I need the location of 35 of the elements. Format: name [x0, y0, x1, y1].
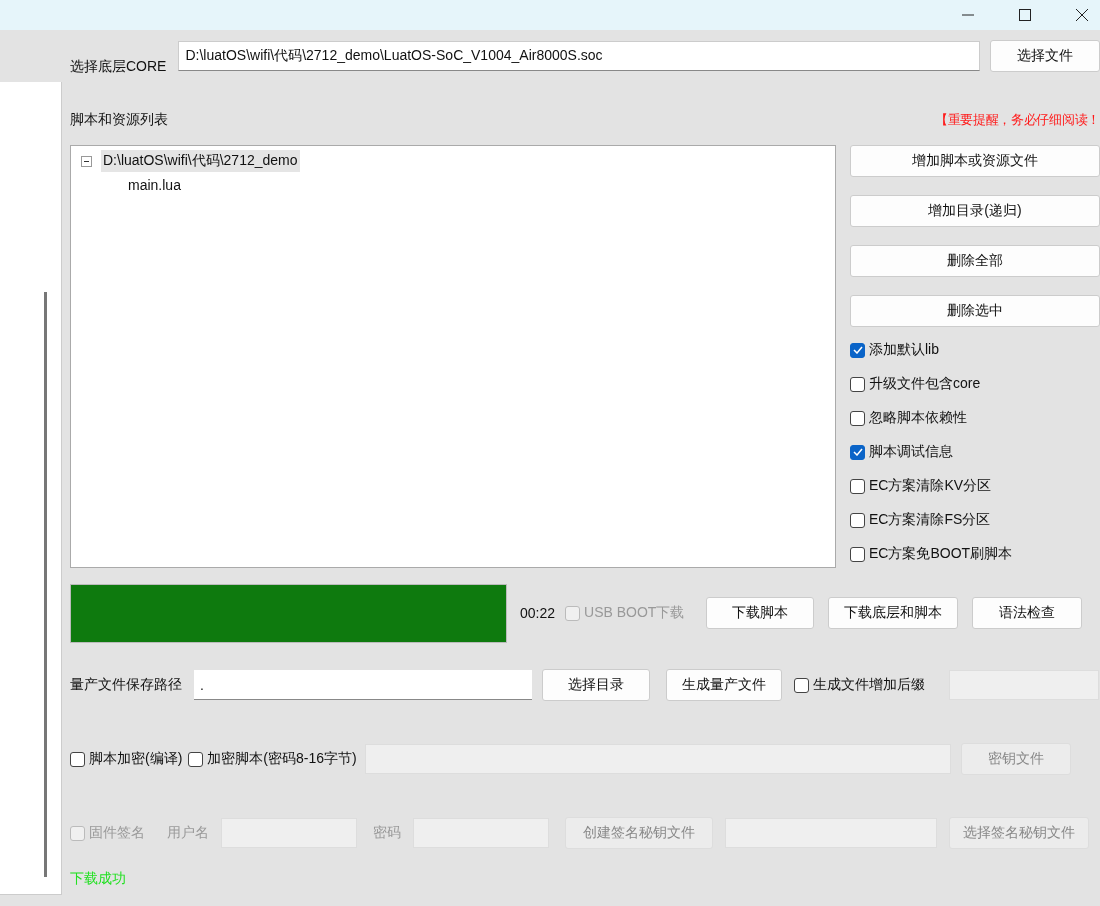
- option-checkbox[interactable]: EC方案清除FS分区: [850, 503, 1100, 537]
- scripts-label: 脚本和资源列表: [70, 111, 168, 129]
- save-path-field[interactable]: .: [194, 670, 532, 700]
- tree-item[interactable]: main.lua: [126, 175, 183, 195]
- username-label: 用户名: [167, 824, 209, 842]
- option-checkbox[interactable]: EC方案清除KV分区: [850, 469, 1100, 503]
- close-icon[interactable]: [1076, 9, 1088, 21]
- download-button[interactable]: 下载底层和脚本: [828, 597, 959, 629]
- action-button[interactable]: 删除全部: [850, 245, 1100, 277]
- scrollbar[interactable]: [44, 292, 47, 877]
- elapsed-time: 00:22: [520, 605, 556, 621]
- core-path-field[interactable]: D:\luatOS\wifi\代码\2712_demo\LuatOS-SoC_V1004_Air8000S.soc: [178, 41, 981, 71]
- option-checkbox[interactable]: 添加默认lib: [850, 333, 1100, 367]
- option-checkbox[interactable]: EC方案免BOOT刷脚本: [850, 537, 1100, 571]
- option-checkbox[interactable]: 忽略脚本依赖性: [850, 401, 1100, 435]
- mass-production-button[interactable]: 选择目录: [542, 669, 650, 701]
- password-label: 密码: [373, 824, 401, 842]
- option-checkbox[interactable]: 升级文件包含core: [850, 367, 1100, 401]
- select-file-button[interactable]: 选择文件: [990, 40, 1100, 72]
- action-button[interactable]: 增加脚本或资源文件: [850, 145, 1100, 177]
- download-button[interactable]: 下载脚本: [706, 597, 815, 629]
- checkmark-icon: [852, 346, 863, 354]
- status-text: 下载成功: [70, 870, 126, 888]
- download-button[interactable]: 语法检查: [972, 597, 1083, 629]
- mass-production-button[interactable]: 生成量产文件: [666, 669, 782, 701]
- save-path-label: 量产文件保存路径: [70, 676, 182, 694]
- collapse-icon[interactable]: [81, 155, 92, 167]
- option-checkbox[interactable]: 脚本调试信息: [850, 435, 1100, 469]
- tree-item[interactable]: D:\luatOS\wifi\代码\2712_demo: [101, 150, 300, 172]
- maximize-icon[interactable]: [1019, 9, 1031, 21]
- core-label: 选择底层CORE: [70, 58, 167, 76]
- action-button[interactable]: 删除选中: [850, 295, 1100, 327]
- suffix-checkbox[interactable]: 生成文件增加后缀: [794, 668, 925, 702]
- checkmark-icon: [852, 448, 863, 456]
- action-button[interactable]: 增加目录(递归): [850, 195, 1100, 227]
